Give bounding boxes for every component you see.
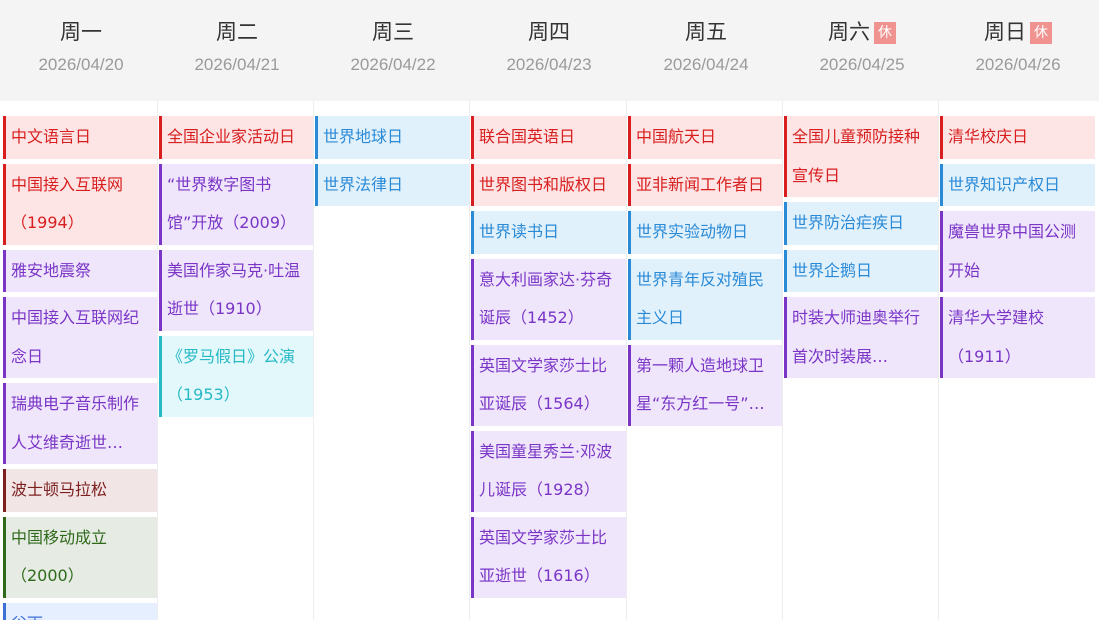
day-column: 周六休 2026/04/25 全国儿童预防接种宣传日世界防治疟疾日 世界企鹅日时装大师…	[784, 0, 940, 620]
event-list: 中国航天日 亚非新闻工作者日 世界实验动物日 世界青年反对殖民主义日 第一颗人造地球卫星…	[628, 116, 784, 431]
event-item[interactable]: 联合国英语日	[471, 116, 626, 159]
rest-day-badge: 休	[1030, 22, 1052, 44]
event-item[interactable]: 美国作家马克·吐温逝世（1910）	[159, 249, 314, 331]
weekday-label: 周三	[372, 20, 414, 44]
event-list: 全国企业家活动日 “世界数字图书馆”开放（2009） 美国作家马克·吐温逝世（191…	[159, 116, 315, 422]
day-header: 周三 2026/04/22	[315, 0, 471, 101]
event-item[interactable]: 英国文学家莎士比亚逝世（1616）	[471, 516, 626, 598]
column-divider	[782, 101, 783, 620]
event-item[interactable]: 世界地球日	[315, 116, 470, 159]
event-item[interactable]: 中国移动成立（2000）	[3, 516, 158, 598]
day-column: 周四 2026/04/23 联合国英语日 世界图书和版权日 世界读书日 意大利画家达·芬奇…	[471, 0, 627, 620]
day-title-row: 周三	[315, 17, 471, 47]
day-date: 2026/04/20	[38, 55, 124, 74]
event-list: 联合国英语日 世界图书和版权日 世界读书日 意大利画家达·芬奇诞辰（1452） 英国文学…	[471, 116, 627, 603]
event-item[interactable]: 世界防治疟疾日	[784, 202, 939, 245]
weekday-label: 周五	[685, 20, 727, 44]
weekday-label: 周一	[60, 20, 102, 44]
event-item[interactable]: 世界知识产权日	[940, 163, 1095, 206]
day-date: 2026/04/24	[663, 55, 749, 74]
event-item[interactable]: 瑞典电子音乐制作人艾维奇逝世（2018）	[3, 383, 158, 464]
day-date: 2026/04/21	[194, 55, 280, 74]
event-item[interactable]: 第一颗人造地球卫星“东方红一号”发射（1970）	[628, 344, 783, 426]
event-item[interactable]: 中国航天日	[628, 116, 783, 159]
day-title-row: 周二	[159, 17, 315, 47]
event-item[interactable]: 全国儿童预防接种宣传日	[784, 116, 939, 197]
day-header: 周五 2026/04/24	[628, 0, 784, 101]
day-column: 周二 2026/04/21 全国企业家活动日 “世界数字图书馆”开放（2009） 美国作…	[159, 0, 315, 620]
event-item[interactable]: 英国文学家莎士比亚诞辰（1564）	[471, 344, 626, 426]
event-list: 中文语言日 中国接入互联网（1994） 雅安地震祭中国接入互联网纪念日 瑞典电子音乐制…	[3, 116, 159, 620]
event-item[interactable]: 亚非新闻工作者日	[628, 163, 783, 206]
event-item[interactable]: 魔兽世界中国公测开始	[940, 211, 1095, 292]
event-list: 全国儿童预防接种宣传日世界防治疟疾日世界企鹅日时装大师迪奥举行首次时装展（194…	[784, 116, 940, 383]
event-item[interactable]: 中国接入互联网纪念日	[3, 297, 158, 378]
day-header: 周四 2026/04/23	[471, 0, 627, 101]
event-list: 清华校庆日 世界知识产权日魔兽世界中国公测开始 清华大学建校（1911）	[940, 116, 1096, 383]
event-item[interactable]: 中国接入互联网（1994）	[3, 163, 158, 245]
event-item[interactable]: 清华大学建校（1911）	[940, 297, 1095, 378]
day-column: 周一 2026/04/20 中文语言日 中国接入互联网（1994） 雅安地震祭中国接入互…	[3, 0, 159, 620]
event-item[interactable]: 美国童星秀兰·邓波儿诞辰（1928）	[471, 430, 626, 512]
day-title-row: 周五	[628, 17, 784, 47]
event-item[interactable]: 世界实验动物日	[628, 211, 783, 254]
day-column: 周三 2026/04/22 世界地球日 世界法律日	[315, 0, 471, 620]
rest-day-badge: 休	[874, 22, 896, 44]
event-item[interactable]: 世界企鹅日	[784, 249, 939, 292]
day-title-row: 周六休	[784, 17, 940, 47]
day-title-row: 周日休	[940, 17, 1096, 47]
day-header: 周一 2026/04/20	[3, 0, 159, 101]
day-date: 2026/04/25	[819, 55, 905, 74]
day-header: 周日休 2026/04/26	[940, 0, 1096, 101]
weekday-label: 周六	[828, 20, 870, 44]
weekday-label: 周日	[984, 20, 1026, 44]
day-date: 2026/04/23	[506, 55, 592, 74]
column-divider	[469, 101, 470, 620]
day-title-row: 周四	[471, 17, 627, 47]
event-item[interactable]: 时装大师迪奥举行首次时装展（1947）	[784, 297, 939, 378]
day-column: 周日休 2026/04/26 清华校庆日 世界知识产权日魔兽世界中国公测开始 清华大学建…	[940, 0, 1096, 620]
day-date: 2026/04/26	[975, 55, 1061, 74]
event-item[interactable]: “世界数字图书馆”开放（2009）	[159, 163, 314, 245]
event-list: 世界地球日 世界法律日	[315, 116, 471, 211]
event-item[interactable]: 全国企业家活动日	[159, 116, 314, 159]
weekday-label: 周四	[528, 20, 570, 44]
event-item[interactable]: 世界读书日	[471, 211, 626, 254]
day-header: 周二 2026/04/21	[159, 0, 315, 101]
event-item[interactable]: 《罗马假日》公演（1953）	[159, 335, 314, 417]
event-item[interactable]: 意大利画家达·芬奇诞辰（1452）	[471, 258, 626, 340]
column-divider	[938, 101, 939, 620]
event-item[interactable]: 雅安地震祭	[3, 249, 158, 292]
day-title-row: 周一	[3, 17, 159, 47]
weekday-label: 周二	[216, 20, 258, 44]
event-item[interactable]: 中文语言日	[3, 116, 158, 159]
day-date: 2026/04/22	[350, 55, 436, 74]
column-divider	[313, 101, 314, 620]
column-divider	[157, 101, 158, 620]
event-item[interactable]: 世界法律日	[315, 163, 470, 206]
day-header: 周六休 2026/04/25	[784, 0, 940, 101]
event-item[interactable]: 世界图书和版权日	[471, 163, 626, 206]
day-column: 周五 2026/04/24 中国航天日 亚非新闻工作者日 世界实验动物日 世界青年反对殖民…	[628, 0, 784, 620]
event-item[interactable]: 世界青年反对殖民主义日	[628, 258, 783, 340]
event-item[interactable]: 波士顿马拉松	[3, 469, 158, 512]
event-item[interactable]: 谷雨	[3, 602, 158, 620]
column-divider	[626, 101, 627, 620]
event-item[interactable]: 清华校庆日	[940, 116, 1095, 159]
